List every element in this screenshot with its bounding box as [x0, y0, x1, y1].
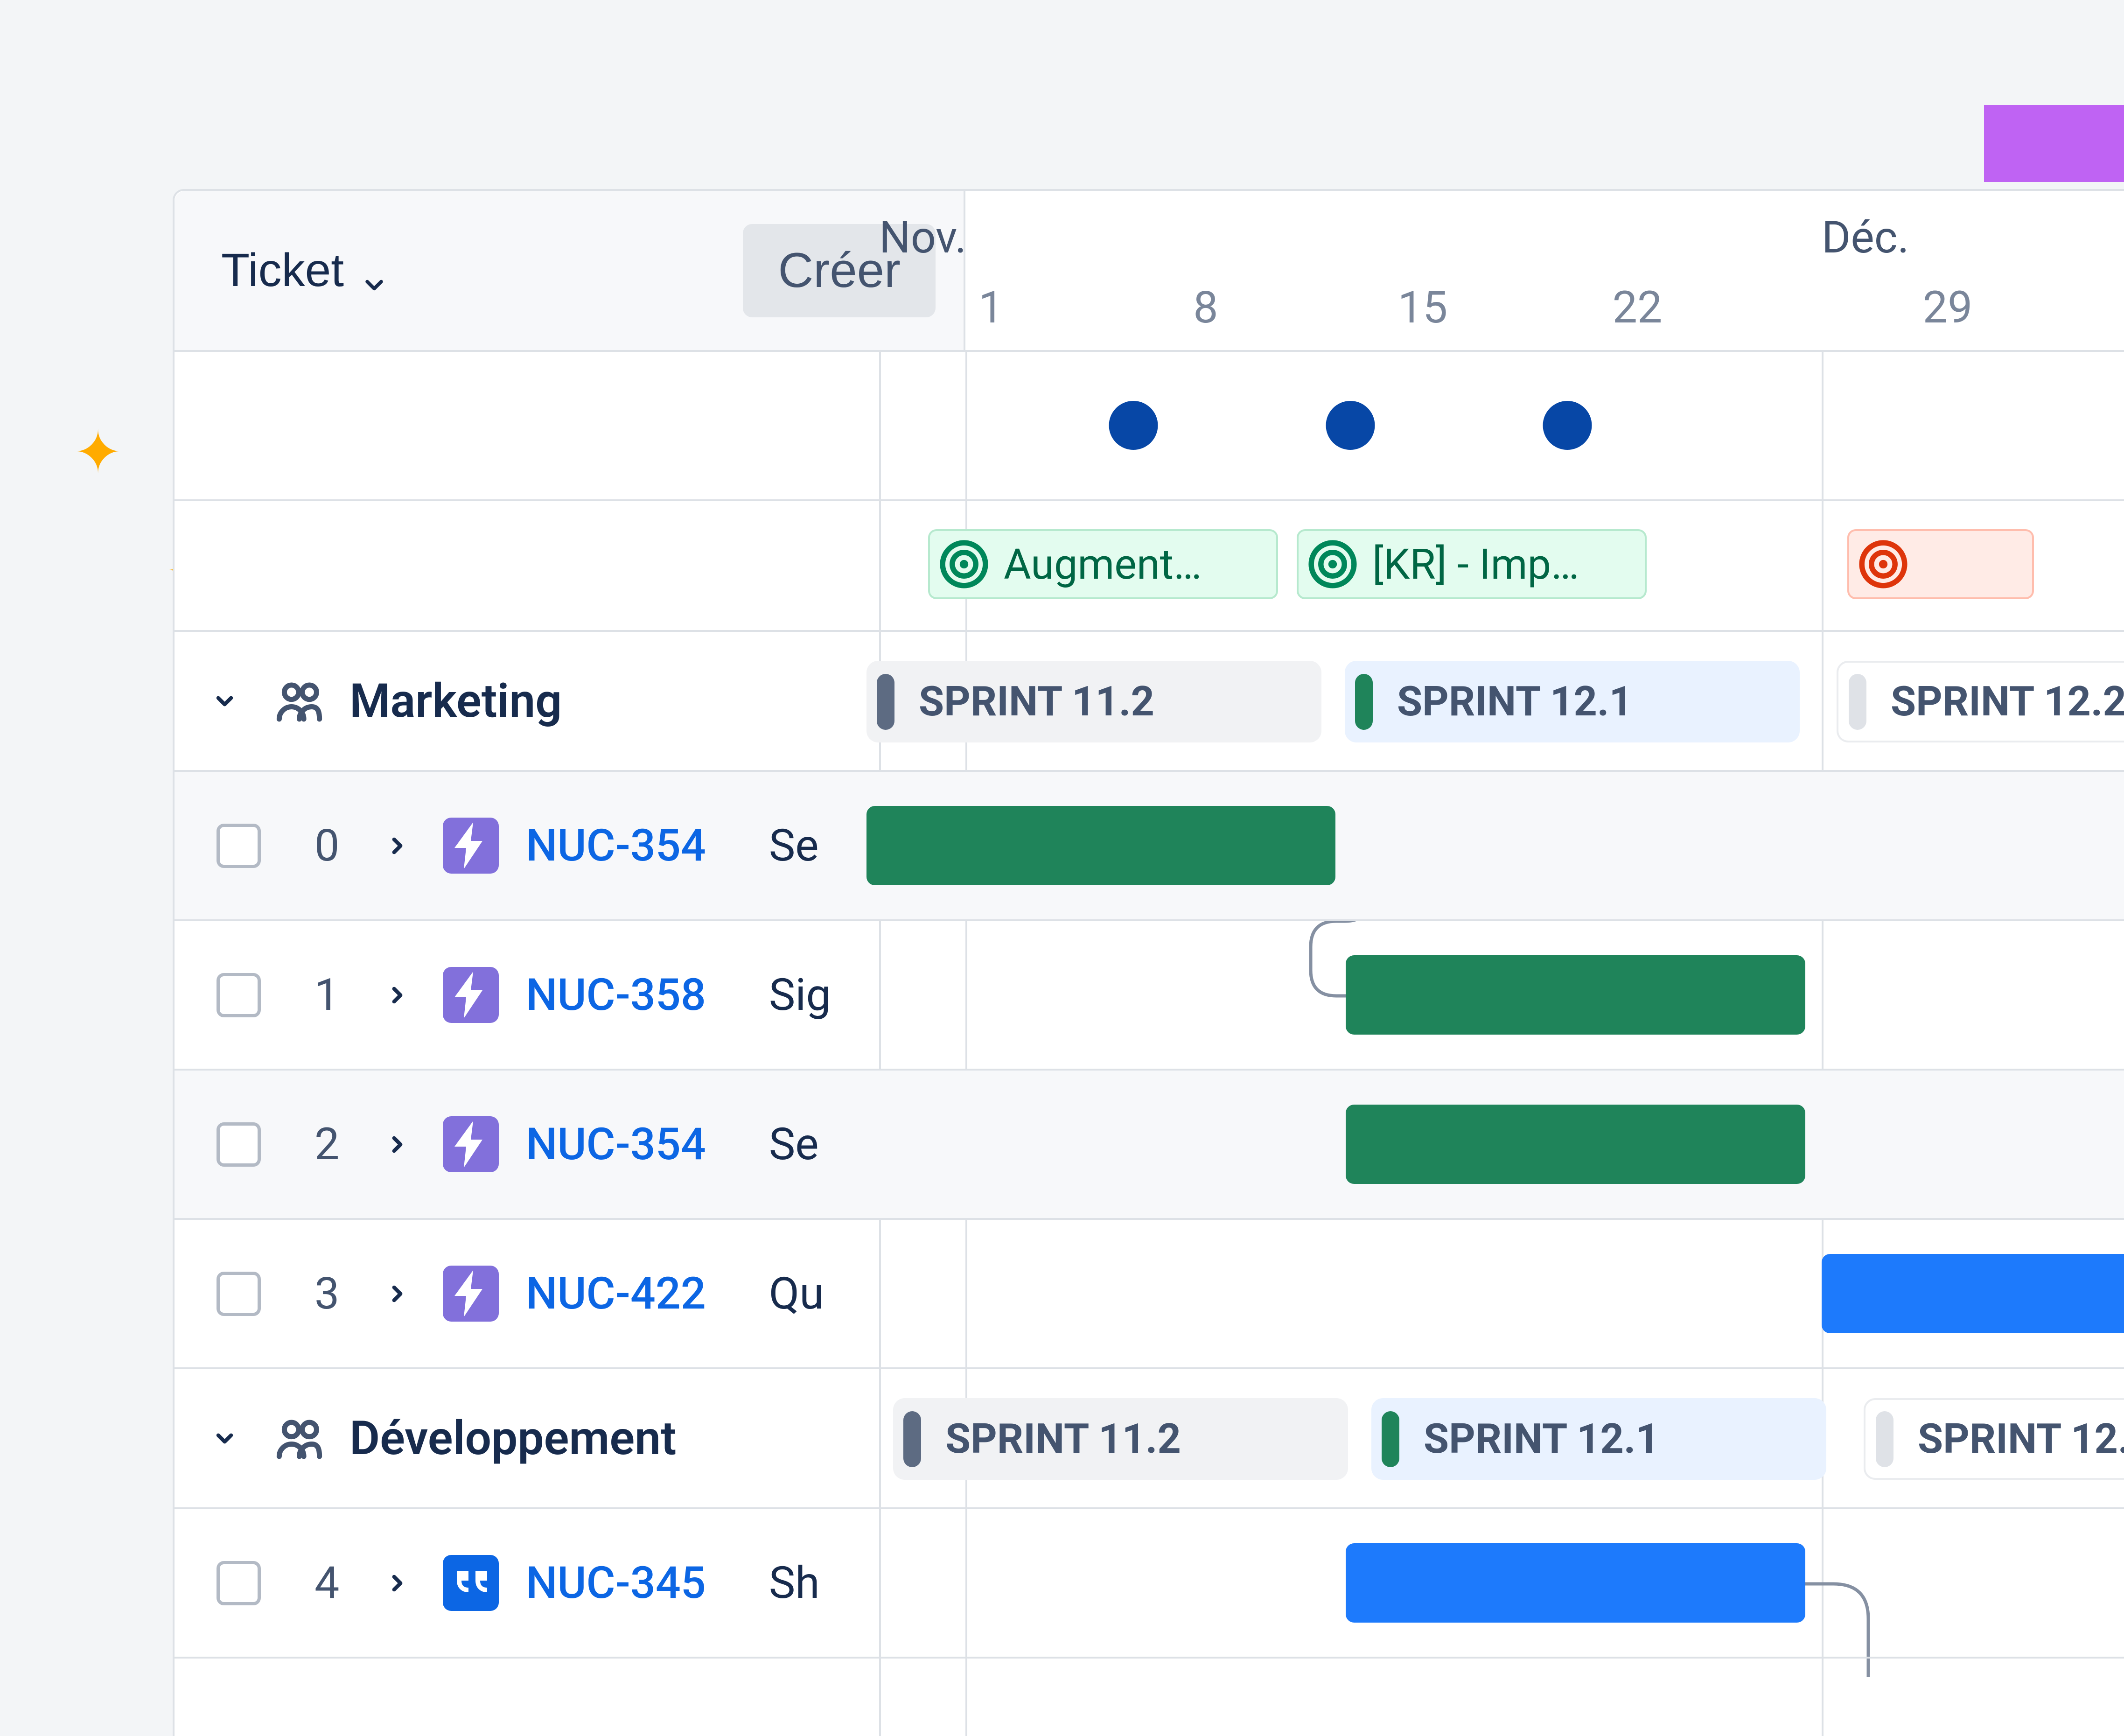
objective-label: Augment… — [1004, 540, 1202, 589]
group-header-left[interactable]: Marketing — [175, 632, 965, 770]
group-name: Marketing — [349, 674, 562, 728]
sparkle-icon: ✦ — [74, 424, 123, 482]
ticket-row: 0 NUC-354 Se — [175, 772, 2124, 921]
epic-type-icon — [443, 818, 499, 874]
expand-row-icon[interactable] — [384, 1132, 410, 1157]
row-checkbox[interactable] — [217, 1561, 261, 1605]
row-index: 3 — [314, 1268, 347, 1320]
ticket-summary: Se — [769, 820, 819, 872]
row-index: 0 — [314, 820, 347, 872]
timeline-tick: 1 — [978, 282, 1003, 334]
ticket-summary: Qu — [769, 1268, 824, 1320]
ticket-row: 3 NUC-422 Qu — [175, 1220, 2124, 1369]
expand-row-icon[interactable] — [384, 1570, 410, 1596]
target-icon — [1307, 539, 1358, 590]
month-label: Déc. — [1822, 212, 1909, 264]
panel-body: Augment… [KR] - Imp… Marketing SPRINT 11.2 S… — [175, 352, 2124, 1659]
gantt-bar[interactable] — [1822, 1254, 2124, 1333]
group-header-row: Développement SPRINT 11.2 SPRINT 12.1 SPRIN… — [175, 1369, 2124, 1509]
release-marker[interactable] — [1543, 401, 1592, 450]
epic-type-icon — [443, 1266, 499, 1322]
epic-type-icon — [443, 967, 499, 1023]
sprint-label: SPRINT 11.2 — [919, 678, 1154, 726]
ticket-row: 4 NUC-345 Sh — [175, 1509, 2124, 1659]
gantt-bar[interactable] — [1346, 1543, 1805, 1623]
gantt-bar[interactable] — [1346, 1105, 1805, 1184]
sprint-pill[interactable]: SPRINT 12.1 — [1371, 1398, 1826, 1480]
timeline-tick: 15 — [1398, 282, 1448, 334]
expand-group-icon[interactable] — [212, 688, 238, 714]
sprint-label: SPRINT 12.2 — [1891, 678, 2124, 726]
target-icon — [938, 539, 990, 590]
timeline-header: Nov.181522Déc.29 — [965, 191, 2124, 350]
row-index: 4 — [314, 1557, 347, 1609]
row-index: 1 — [314, 969, 347, 1021]
roadmap-panel: Ticket Créer Nov.181522Déc.29 Augment…[K… — [173, 189, 2124, 1736]
ticket-column-header: Ticket Créer — [175, 191, 965, 350]
gantt-bar[interactable] — [866, 806, 1335, 885]
objective-label: [KR] - Imp… — [1372, 540, 1579, 589]
ticket-row: 2 NUC-354 Se — [175, 1071, 2124, 1220]
row-checkbox[interactable] — [217, 1272, 261, 1316]
ticket-key-link[interactable]: NUC-422 — [526, 1268, 706, 1320]
sprint-label: SPRINT 12.1 — [1424, 1415, 1659, 1463]
objective-pill[interactable] — [1847, 529, 2034, 599]
timeline-tick: 22 — [1613, 282, 1663, 334]
sprint-label: SPRINT 11.2 — [945, 1415, 1181, 1463]
banner-top — [1984, 105, 2124, 182]
expand-row-icon[interactable] — [384, 982, 410, 1008]
sprint-pill[interactable]: SPRINT 11.2 — [893, 1398, 1348, 1480]
objective-pill[interactable]: [KR] - Imp… — [1297, 529, 1647, 599]
release-markers-row — [175, 352, 2124, 501]
target-icon — [1858, 539, 1909, 590]
objective-pill[interactable]: Augment… — [928, 529, 1278, 599]
row-index: 2 — [314, 1119, 347, 1170]
ticket-row: 1 NUC-358 Sig — [175, 921, 2124, 1071]
row-checkbox[interactable] — [217, 1122, 261, 1167]
expand-group-icon[interactable] — [212, 1426, 238, 1451]
sprint-label: SPRINT 12.2 — [1918, 1415, 2124, 1463]
release-marker[interactable] — [1109, 401, 1158, 450]
month-label: Nov. — [879, 212, 966, 264]
row-checkbox[interactable] — [217, 824, 261, 868]
sprint-pill[interactable]: SPRINT 11.2 — [866, 661, 1321, 742]
release-marker[interactable] — [1326, 401, 1375, 450]
sprint-pill[interactable]: SPRINT 12.2 — [1864, 1398, 2124, 1480]
chevron-down-icon — [360, 257, 388, 285]
ticket-summary: Se — [769, 1119, 819, 1170]
expand-row-icon[interactable] — [384, 833, 410, 859]
group-header-row: Marketing SPRINT 11.2 SPRINT 12.1 SPRINT 12… — [175, 632, 2124, 772]
team-icon — [272, 674, 326, 728]
ticket-summary: Sh — [769, 1557, 820, 1609]
sprint-pill[interactable]: SPRINT 12.2 — [1837, 661, 2124, 742]
ticket-key-link[interactable]: NUC-345 — [526, 1557, 706, 1609]
ticket-key-link[interactable]: NUC-358 — [526, 969, 706, 1021]
ticket-key-link[interactable]: NUC-354 — [526, 820, 706, 872]
quote-type-icon — [443, 1555, 499, 1611]
expand-row-icon[interactable] — [384, 1281, 410, 1307]
ticket-type-label: Ticket — [221, 244, 344, 297]
panel-header: Ticket Créer Nov.1 8 15 22 Déc. 29 — [175, 191, 2124, 352]
timeline-tick: 8 — [1193, 282, 1218, 334]
ticket-type-dropdown[interactable]: Ticket — [221, 244, 388, 297]
team-icon — [272, 1412, 326, 1465]
group-name: Développement — [349, 1411, 677, 1466]
objectives-row: Augment… [KR] - Imp… — [175, 501, 2124, 632]
gantt-bar[interactable] — [1346, 955, 1805, 1035]
ticket-key-link[interactable]: NUC-354 — [526, 1119, 706, 1170]
epic-type-icon — [443, 1116, 499, 1172]
group-header-left[interactable]: Développement — [175, 1369, 965, 1507]
sprint-label: SPRINT 12.1 — [1397, 678, 1633, 726]
ticket-summary: Sig — [769, 969, 831, 1021]
sprint-pill[interactable]: SPRINT 12.1 — [1345, 661, 1800, 742]
row-checkbox[interactable] — [217, 973, 261, 1017]
timeline-tick: 29 — [1923, 282, 1973, 334]
